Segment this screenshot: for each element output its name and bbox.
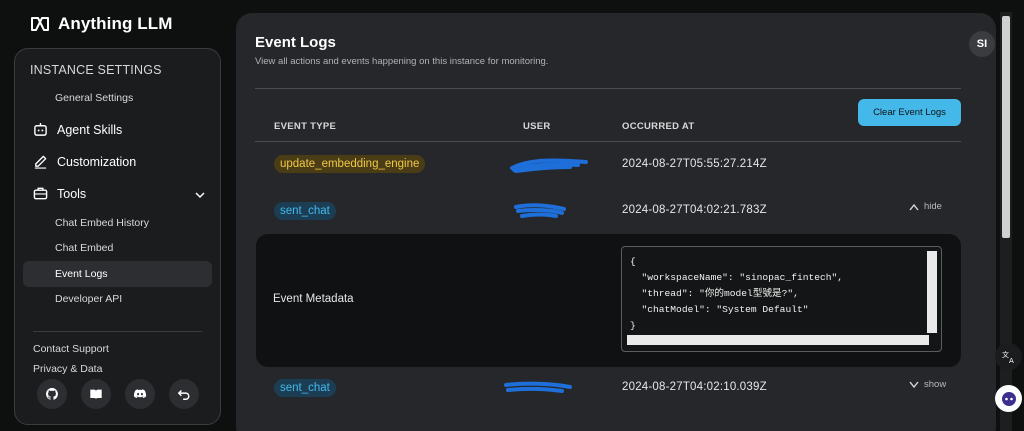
assistant-button[interactable] bbox=[995, 385, 1022, 412]
active-item-highlight bbox=[23, 261, 212, 287]
header-divider bbox=[255, 88, 961, 89]
agent-skills-label: Agent Skills bbox=[57, 122, 123, 137]
privacy-data-link[interactable]: Privacy & Data bbox=[33, 363, 102, 375]
event-type-badge: update_embedding_engine bbox=[274, 155, 426, 173]
event-type-badge: sent_chat bbox=[274, 202, 336, 220]
metadata-json: { "workspaceName": "sinopac_fintech", "t… bbox=[630, 256, 844, 331]
sidebar-item-chat-embed-history[interactable]: Chat Embed History bbox=[55, 217, 149, 229]
chevron-up-icon bbox=[909, 203, 919, 210]
sidebar-item-event-logs[interactable]: Event Logs bbox=[55, 268, 108, 280]
page-scrollbar-thumb[interactable] bbox=[1002, 16, 1010, 238]
sidebar-item-customization[interactable]: Customization bbox=[33, 154, 136, 169]
discord-button[interactable] bbox=[125, 379, 155, 409]
app-logo: Anything LLM bbox=[30, 14, 173, 34]
occurred-at: 2024-08-27T04:02:10.039Z bbox=[622, 381, 767, 393]
sidebar-item-tools[interactable]: Tools bbox=[33, 186, 86, 201]
instance-settings-heading: INSTANCE SETTINGS bbox=[30, 63, 162, 77]
translate-icon: 文A bbox=[1002, 350, 1014, 365]
translate-button[interactable]: 文A bbox=[995, 343, 1022, 370]
table-header-divider bbox=[255, 141, 961, 142]
svg-text:文: 文 bbox=[1002, 350, 1009, 359]
redacted-user bbox=[504, 381, 572, 393]
discord-icon bbox=[133, 389, 147, 398]
assistant-robot-icon bbox=[1001, 391, 1016, 406]
toggle-label: show bbox=[924, 379, 947, 390]
event-logs-panel: Event Logs View all actions and events h… bbox=[236, 13, 996, 431]
pencil-icon bbox=[34, 155, 47, 169]
sidebar-footer-icons bbox=[37, 379, 199, 409]
chevron-down-icon[interactable] bbox=[194, 189, 206, 201]
github-button[interactable] bbox=[37, 379, 67, 409]
briefcase-icon bbox=[33, 187, 48, 200]
code-vertical-scrollbar[interactable] bbox=[927, 251, 937, 333]
sidebar-item-agent-skills[interactable]: Agent Skills bbox=[33, 122, 122, 137]
column-header-occurred-at: OCCURRED AT bbox=[622, 121, 695, 132]
docs-book-icon bbox=[90, 389, 102, 400]
chevron-down-icon bbox=[909, 381, 919, 388]
user-avatar[interactable]: SI bbox=[969, 31, 995, 57]
code-horizontal-scrollbar[interactable] bbox=[627, 335, 929, 345]
event-metadata-panel: Event Metadata { "workspaceName": "sinop… bbox=[256, 234, 961, 367]
github-icon bbox=[45, 387, 58, 400]
show-metadata-toggle[interactable]: show bbox=[909, 379, 946, 390]
svg-text:A: A bbox=[1009, 357, 1014, 365]
contact-support-link[interactable]: Contact Support bbox=[33, 343, 109, 355]
anythingllm-logo-icon bbox=[31, 17, 49, 31]
tools-label: Tools bbox=[57, 186, 87, 201]
sidebar-item-general-settings[interactable]: General Settings bbox=[55, 92, 133, 104]
page-description: View all actions and events happening on… bbox=[255, 56, 549, 67]
redacted-user bbox=[514, 203, 566, 218]
occurred-at: 2024-08-27T04:02:21.783Z bbox=[622, 204, 767, 216]
event-type-badge: sent_chat bbox=[274, 379, 336, 397]
sidebar-item-chat-embed[interactable]: Chat Embed bbox=[55, 242, 113, 254]
column-header-user: USER bbox=[523, 121, 551, 132]
clear-event-logs-button[interactable]: Clear Event Logs bbox=[858, 99, 961, 126]
docs-button[interactable] bbox=[81, 379, 111, 409]
customization-label: Customization bbox=[57, 154, 137, 169]
redacted-user bbox=[510, 158, 588, 173]
back-button[interactable] bbox=[169, 379, 199, 409]
hide-metadata-toggle[interactable]: hide bbox=[909, 201, 942, 212]
robot-icon bbox=[34, 122, 47, 136]
undo-icon bbox=[177, 390, 190, 400]
page-title: Event Logs bbox=[255, 34, 336, 51]
metadata-code-box[interactable]: { "workspaceName": "sinopac_fintech", "t… bbox=[621, 246, 942, 352]
sidebar-divider bbox=[33, 331, 202, 332]
app-title: Anything LLM bbox=[58, 14, 173, 33]
column-header-event-type: EVENT TYPE bbox=[274, 121, 337, 132]
settings-sidebar: INSTANCE SETTINGS General Settings Agent… bbox=[14, 48, 221, 425]
occurred-at: 2024-08-27T05:55:27.214Z bbox=[622, 158, 767, 170]
sidebar-item-developer-api[interactable]: Developer API bbox=[55, 293, 122, 305]
toggle-label: hide bbox=[924, 201, 942, 212]
event-metadata-label: Event Metadata bbox=[273, 293, 354, 305]
